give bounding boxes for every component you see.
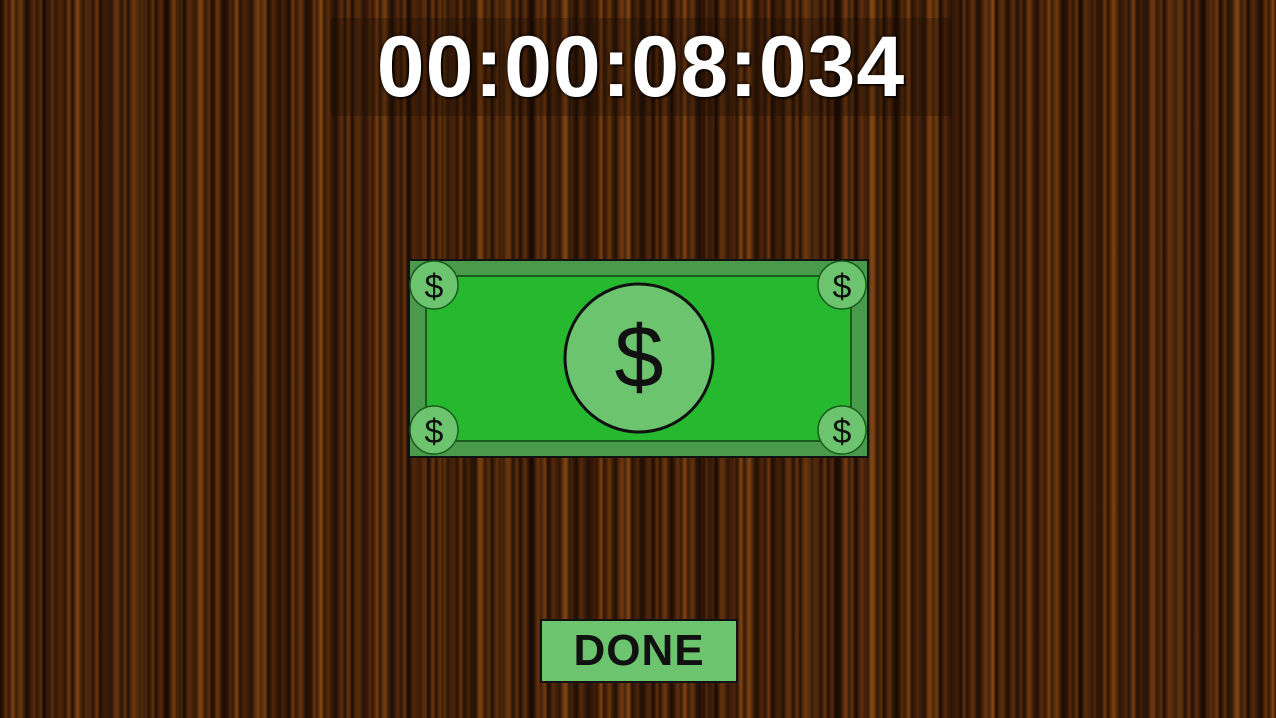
done-button[interactable]: DONE [540, 619, 738, 683]
center-medallion: $ [563, 282, 715, 434]
corner-dollar-symbol: $ [425, 268, 444, 306]
dollar-bill[interactable]: $ $ $ $ $ [408, 259, 869, 458]
elapsed-timer: 00:00:08:034 [376, 18, 906, 115]
corner-medallion-top-right: $ [817, 260, 867, 310]
corner-medallion-bottom-left: $ [409, 405, 459, 455]
corner-medallion-top-left: $ [409, 260, 459, 310]
corner-dollar-symbol: $ [425, 413, 444, 451]
center-dollar-symbol: $ [615, 307, 664, 406]
corner-dollar-symbol: $ [833, 413, 852, 451]
timer-panel: 00:00:08:034 [330, 18, 952, 116]
corner-dollar-symbol: $ [833, 268, 852, 306]
corner-medallion-bottom-right: $ [817, 405, 867, 455]
dollar-bill-icon: $ $ $ $ $ [408, 259, 869, 458]
done-button-label: DONE [573, 626, 705, 675]
